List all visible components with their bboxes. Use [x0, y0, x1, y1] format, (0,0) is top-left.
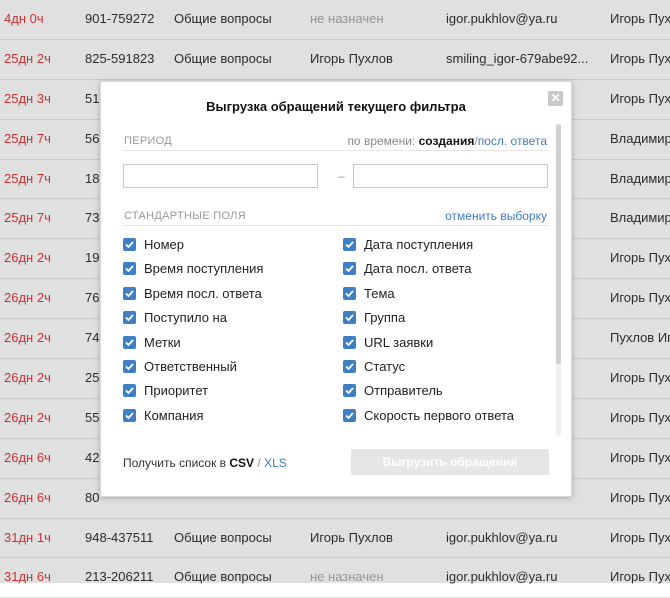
sort-last-reply-option[interactable]: посл. ответа — [478, 134, 547, 148]
sort-prefix: по времени: — [347, 134, 416, 148]
field-label: Поступило на — [144, 310, 227, 326]
checkbox-checked-icon[interactable] — [343, 238, 356, 251]
checkbox-checked-icon[interactable] — [123, 311, 136, 325]
scrollbar-thumb[interactable] — [556, 124, 561, 364]
checkbox-checked-icon[interactable] — [123, 238, 136, 251]
clear-selection-link[interactable]: отменить выборку — [445, 209, 547, 223]
date-range-dash: – — [338, 169, 345, 183]
checkbox-checked-icon[interactable] — [123, 360, 136, 373]
field-label: URL заявки — [364, 334, 434, 350]
field-label: Статус — [364, 359, 406, 374]
divider — [124, 150, 549, 151]
checkbox-checked-icon[interactable] — [123, 335, 136, 349]
checkbox-checked-icon[interactable] — [123, 408, 136, 422]
checkbox-checked-icon[interactable] — [343, 262, 356, 276]
sort-toggle: по времени: создания/посл. ответа — [347, 134, 547, 148]
modal-scrollbar[interactable] — [556, 124, 561, 436]
field-label: Время посл. ответа — [144, 285, 262, 301]
export-button[interactable]: Выгрузить обращения — [351, 449, 549, 475]
field-label: Приоритет — [144, 383, 209, 399]
field-label: Дата посл. ответа — [364, 261, 472, 277]
format-xls-option[interactable]: XLS — [264, 456, 287, 470]
checkbox-checked-icon[interactable] — [123, 384, 136, 398]
format-csv-option[interactable]: CSV — [229, 456, 254, 470]
field-label: Дата поступления — [364, 237, 474, 252]
checkbox-checked-icon[interactable] — [123, 286, 136, 300]
checkbox-checked-icon[interactable] — [123, 262, 136, 276]
date-from-input[interactable] — [123, 164, 318, 188]
sort-created-option[interactable]: создания — [419, 134, 475, 148]
checkbox-checked-icon[interactable] — [343, 286, 356, 300]
export-format-line: Получить список в CSV / XLS — [123, 456, 287, 470]
field-label: Номер — [144, 237, 185, 252]
modal-title: Выгрузка обращений текущего фильтра — [206, 99, 466, 114]
checkbox-checked-icon[interactable] — [343, 408, 356, 422]
field-label: Отправитель — [364, 383, 443, 399]
standard-fields-label: СТАНДАРТНЫЕ ПОЛЯ — [124, 210, 246, 222]
field-label: Компания — [144, 407, 204, 423]
field-label: Группа — [364, 310, 406, 326]
field-label: Тема — [364, 285, 395, 301]
format-separator: / — [257, 456, 261, 470]
field-label: Ответственный — [144, 359, 237, 374]
checkbox-checked-icon[interactable] — [343, 335, 356, 349]
checkbox-checked-icon[interactable] — [343, 311, 356, 325]
format-prefix: Получить список в — [123, 456, 227, 470]
close-icon[interactable]: ✕ — [548, 91, 563, 106]
field-label: Время поступления — [144, 261, 264, 277]
field-label: Скорость первого ответа — [364, 407, 515, 423]
checkbox-checked-icon[interactable] — [343, 360, 356, 373]
checkbox-checked-icon[interactable] — [343, 384, 356, 398]
export-modal: Выгрузка обращений текущего фильтра ✕ ПЕ… — [100, 81, 572, 497]
period-label: ПЕРИОД — [124, 135, 173, 147]
date-to-input[interactable] — [353, 164, 548, 188]
divider — [124, 225, 549, 226]
field-label: Метки — [144, 334, 181, 350]
